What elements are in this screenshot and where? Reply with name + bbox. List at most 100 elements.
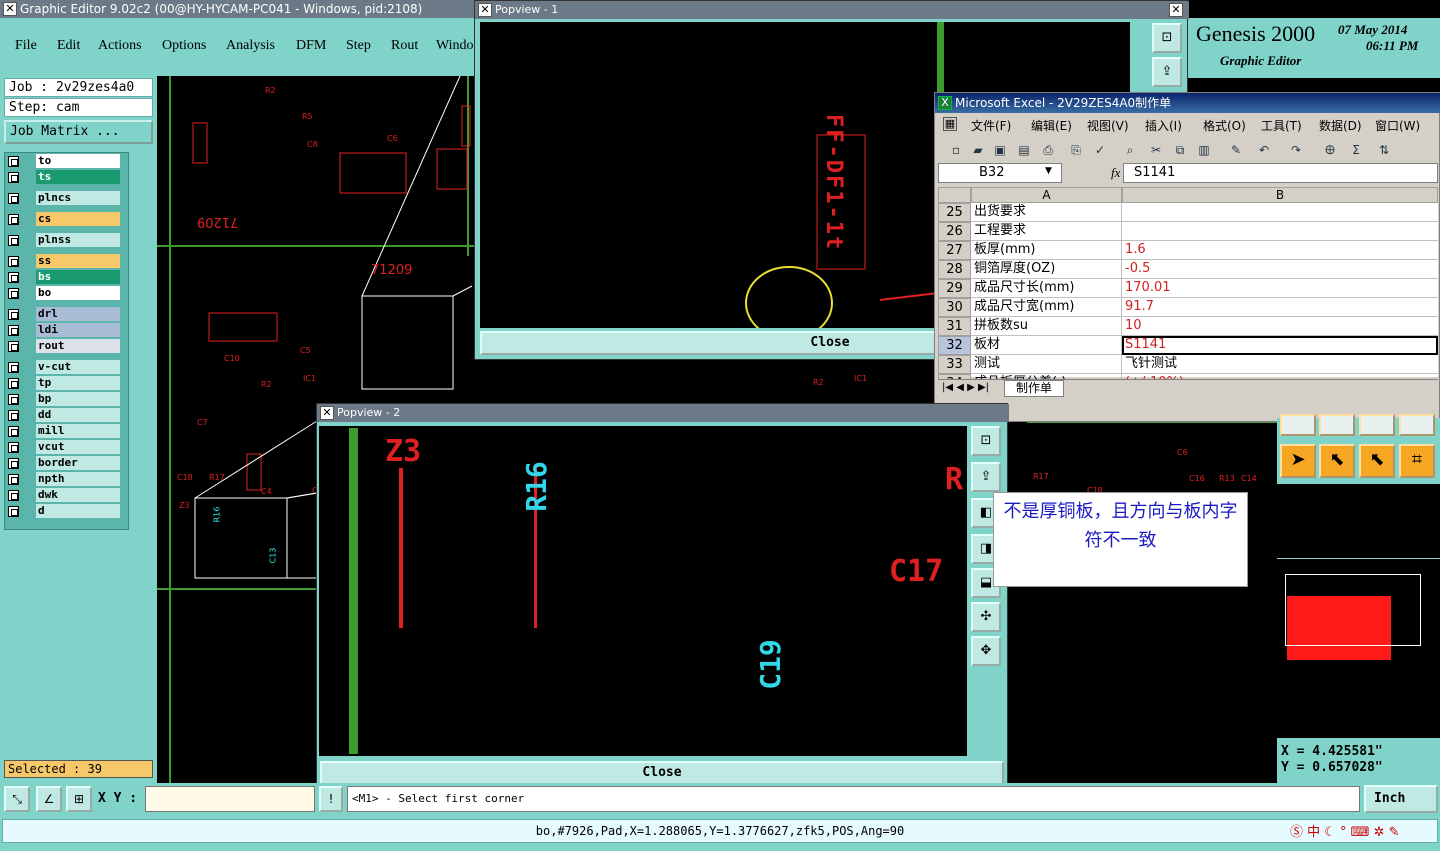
menu-analysis[interactable]: Analysis xyxy=(226,38,275,54)
sort-icon[interactable]: ⇅ xyxy=(1375,141,1393,159)
menu-file[interactable]: File xyxy=(15,38,37,54)
layer-row-border[interactable]: border xyxy=(4,456,124,471)
row-header[interactable]: 28 xyxy=(938,260,971,279)
cell-a[interactable]: 板厚(mm) xyxy=(971,241,1122,260)
layer-row-ldi[interactable]: ldi xyxy=(4,323,124,338)
spelling-icon[interactable]: ✓ xyxy=(1091,141,1109,159)
warning-icon[interactable]: ! xyxy=(319,786,343,812)
research-icon[interactable]: ⌕ xyxy=(1121,141,1139,159)
layer-checkbox[interactable] xyxy=(8,235,19,246)
layer-checkbox[interactable] xyxy=(8,378,19,389)
layer-row-mill[interactable]: mill xyxy=(4,424,124,439)
excel-menu-view[interactable]: 视图(V) xyxy=(1087,117,1129,134)
spreadsheet-grid[interactable]: A B 25 出货要求 26 工程要求 27 板厚(mm) 1.6 28 铜箔厚度(OZ) -0.… xyxy=(938,187,1438,393)
layer-name[interactable]: bo xyxy=(36,286,120,300)
row-header[interactable]: 27 xyxy=(938,241,971,260)
row-header[interactable]: 30 xyxy=(938,298,971,317)
ime-icons[interactable]: Ⓢ 中 ☾ ° ⌨ ✲ ✎ xyxy=(1290,821,1400,840)
layer-checkbox[interactable] xyxy=(8,193,19,204)
cell-b[interactable]: 1.6 xyxy=(1122,241,1438,260)
sheet-tab[interactable]: 制作单 xyxy=(1004,380,1064,397)
select-box-icon[interactable]: ⬉ xyxy=(1319,444,1355,478)
layer-name[interactable]: npth xyxy=(36,472,120,486)
cell-b[interactable] xyxy=(1122,203,1438,222)
layer-checkbox[interactable] xyxy=(8,272,19,283)
cut-icon[interactable]: ✂ xyxy=(1147,141,1165,159)
layer-row-cs[interactable]: cs xyxy=(4,212,124,227)
layer-row-bs[interactable]: bs xyxy=(4,270,124,285)
layer-name[interactable]: cs xyxy=(36,212,120,226)
excel-menu-edit[interactable]: 编辑(E) xyxy=(1031,117,1072,134)
menu-edit[interactable]: Edit xyxy=(57,38,80,54)
name-box[interactable]: B32 xyxy=(938,163,1062,183)
layer-row-d[interactable]: d xyxy=(4,504,124,519)
print-icon[interactable]: ⎙ xyxy=(1039,141,1057,159)
layer-name[interactable]: dwk xyxy=(36,488,120,502)
autosum-icon[interactable]: Σ xyxy=(1347,141,1365,159)
select-poly-icon[interactable]: ⬉ xyxy=(1359,444,1395,478)
layer-row-to[interactable]: to xyxy=(4,154,124,169)
cell-b[interactable]: 飞针测试 xyxy=(1122,355,1438,374)
layer-row-npth[interactable]: npth xyxy=(4,472,124,487)
menu-dfm[interactable]: DFM xyxy=(296,38,326,54)
measure-icon[interactable]: ∠ xyxy=(36,786,62,812)
layer-row-tp[interactable]: tp xyxy=(4,376,124,391)
dropdown-arrow-icon[interactable]: ▼ xyxy=(1045,166,1052,176)
layer-name[interactable]: dd xyxy=(36,408,120,422)
copy-icon[interactable]: ⧉ xyxy=(1171,141,1189,159)
layer-checkbox[interactable] xyxy=(8,458,19,469)
fx-icon[interactable]: fx xyxy=(1111,165,1120,181)
excel-menu-insert[interactable]: 插入(I) xyxy=(1145,117,1182,134)
cell-b[interactable]: 10 xyxy=(1122,317,1438,336)
cell-a[interactable]: 板材 xyxy=(971,336,1122,355)
layer-row-dd[interactable]: dd xyxy=(4,408,124,423)
cell-a[interactable]: 成品尺寸宽(mm) xyxy=(971,298,1122,317)
close-icon[interactable]: ✕ xyxy=(1169,3,1183,17)
layer-row-v-cut[interactable]: v-cut xyxy=(4,360,124,375)
popview-2-close-button[interactable]: Close xyxy=(320,761,1004,785)
layer-name[interactable]: ts xyxy=(36,170,120,184)
layer-name[interactable]: to xyxy=(36,154,120,168)
undo-icon[interactable]: ↶ xyxy=(1255,141,1273,159)
layer-name[interactable]: mill xyxy=(36,424,120,438)
layer-name[interactable]: plncs xyxy=(36,191,120,205)
excel-menu-data[interactable]: 数据(D) xyxy=(1319,117,1362,134)
menu-step[interactable]: Step xyxy=(346,38,371,54)
cell-b[interactable]: 170.01 xyxy=(1122,279,1438,298)
select-arrow-icon[interactable]: ➤ xyxy=(1280,444,1316,478)
layer-checkbox[interactable] xyxy=(8,325,19,336)
layer-checkbox[interactable] xyxy=(8,309,19,320)
cell-b[interactable] xyxy=(1122,222,1438,241)
format-painter-icon[interactable]: ✎ xyxy=(1227,141,1245,159)
layer-name[interactable]: bp xyxy=(36,392,120,406)
excel-menu-window[interactable]: 窗口(W) xyxy=(1375,117,1420,134)
row-header[interactable]: 33 xyxy=(938,355,971,374)
export-icon[interactable]: ⇪ xyxy=(1152,57,1182,87)
column-header-a[interactable]: A xyxy=(971,187,1122,203)
tool-icon[interactable] xyxy=(1399,414,1435,436)
layer-row-bo[interactable]: bo xyxy=(4,286,124,301)
menu-actions[interactable]: Actions xyxy=(98,38,142,54)
cell-a[interactable]: 工程要求 xyxy=(971,222,1122,241)
layer-checkbox[interactable] xyxy=(8,394,19,405)
corner-cell[interactable] xyxy=(938,187,971,203)
layer-checkbox[interactable] xyxy=(8,426,19,437)
layer-checkbox[interactable] xyxy=(8,256,19,267)
layer-checkbox[interactable] xyxy=(8,442,19,453)
open-icon[interactable]: ▰ xyxy=(969,141,987,159)
zoom-fit-icon[interactable]: ⊡ xyxy=(1152,23,1182,53)
zoom-out-icon[interactable]: ✣ xyxy=(971,602,1001,632)
zoom-fit-icon[interactable]: ⊡ xyxy=(971,426,1001,456)
layer-row-ss[interactable]: ss xyxy=(4,254,124,269)
layer-checkbox[interactable] xyxy=(8,506,19,517)
cell-a[interactable]: 测试 xyxy=(971,355,1122,374)
layer-row-bp[interactable]: bp xyxy=(4,392,124,407)
layer-name[interactable]: rout xyxy=(36,339,120,353)
layer-checkbox[interactable] xyxy=(8,474,19,485)
job-matrix-button[interactable]: Job Matrix ... xyxy=(4,120,153,144)
row-header[interactable]: 32 xyxy=(938,336,971,355)
permission-icon[interactable]: ▤ xyxy=(1015,141,1033,159)
formula-bar[interactable]: S1141 xyxy=(1123,163,1438,183)
layer-checkbox[interactable] xyxy=(8,490,19,501)
cell-a[interactable]: 出货要求 xyxy=(971,203,1122,222)
